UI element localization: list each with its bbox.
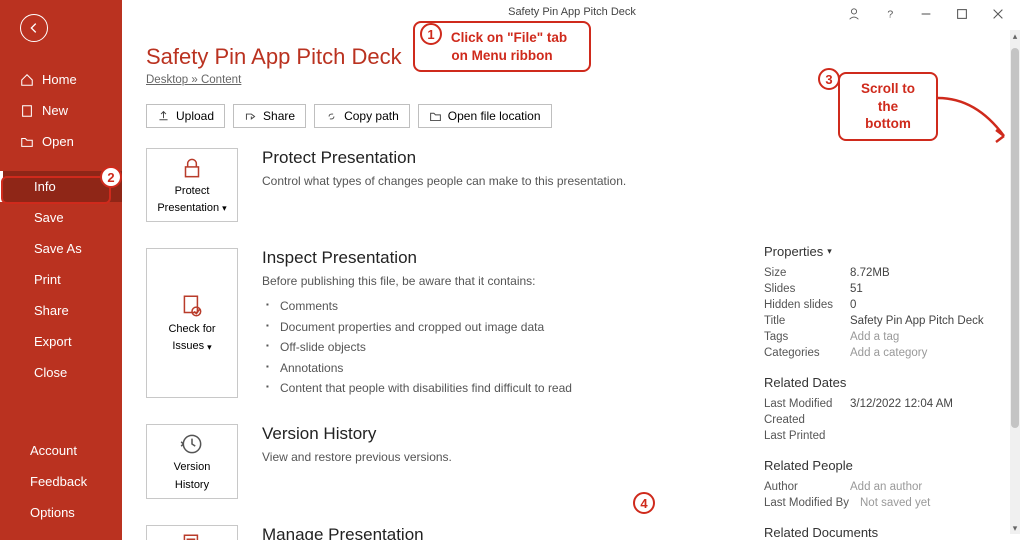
sidebar-item-save[interactable]: Save bbox=[0, 202, 122, 233]
prop-value: 51 bbox=[850, 283, 863, 295]
chevron-down-icon: ▾ bbox=[207, 342, 212, 353]
prop-label: Categories bbox=[764, 347, 850, 359]
sidebar-item-new[interactable]: New bbox=[0, 95, 122, 126]
prop-label: Last Modified bbox=[764, 398, 850, 410]
sidebar-item-label: Export bbox=[34, 334, 72, 349]
inspect-icon bbox=[179, 293, 205, 319]
open-icon bbox=[20, 135, 34, 149]
sidebar-item-label: Share bbox=[34, 303, 69, 318]
back-button[interactable] bbox=[20, 14, 48, 42]
home-icon bbox=[20, 73, 34, 87]
close-icon[interactable] bbox=[982, 2, 1014, 26]
inspect-bullet: Comments bbox=[262, 296, 724, 316]
arrow-left-icon bbox=[27, 21, 41, 35]
prop-label: Title bbox=[764, 315, 850, 327]
sidebar-item-label: Close bbox=[34, 365, 67, 380]
open-file-location-button[interactable]: Open file location bbox=[418, 104, 552, 128]
related-people-header: Related People bbox=[764, 458, 994, 473]
sidebar-item-label: New bbox=[42, 103, 68, 118]
sidebar-item-label: Home bbox=[42, 72, 77, 87]
annotation-badge-4: 4 bbox=[633, 492, 655, 514]
prop-label: Last Printed bbox=[764, 430, 850, 442]
protect-desc: Control what types of changes people can… bbox=[262, 172, 724, 190]
sidebar-item-label: Print bbox=[34, 272, 61, 287]
prop-label: Size bbox=[764, 267, 850, 279]
check-for-issues-tile[interactable]: Check for Issues▾ bbox=[146, 248, 238, 398]
history-desc: View and restore previous versions. bbox=[262, 448, 724, 466]
prop-value: Not saved yet bbox=[860, 497, 930, 509]
sidebar-item-export[interactable]: Export bbox=[0, 326, 122, 357]
minimize-icon[interactable] bbox=[910, 2, 942, 26]
prop-value: 8.72MB bbox=[850, 267, 890, 279]
account-icon[interactable] bbox=[838, 2, 870, 26]
prop-value: 0 bbox=[850, 299, 856, 311]
sidebar-item-label: Save As bbox=[34, 241, 82, 256]
inspect-title: Inspect Presentation bbox=[262, 248, 724, 268]
add-category[interactable]: Add a category bbox=[850, 347, 927, 359]
sidebar-item-save-as[interactable]: Save As bbox=[0, 233, 122, 264]
prop-label: Author bbox=[764, 481, 850, 493]
annotation-badge-1: 1 bbox=[420, 23, 442, 45]
sidebar-item-options[interactable]: Options bbox=[0, 497, 122, 528]
history-icon bbox=[179, 431, 205, 457]
prop-value: Safety Pin App Pitch Deck bbox=[850, 315, 984, 327]
maximize-icon[interactable] bbox=[946, 2, 978, 26]
window-title: Safety Pin App Pitch Deck bbox=[508, 6, 636, 18]
link-icon bbox=[325, 110, 338, 123]
sidebar-item-share[interactable]: Share bbox=[0, 295, 122, 326]
lock-icon bbox=[179, 155, 205, 181]
upload-button[interactable]: Upload bbox=[146, 104, 225, 128]
svg-text:?: ? bbox=[887, 9, 893, 21]
sidebar-item-close[interactable]: Close bbox=[0, 357, 122, 388]
prop-label: Slides bbox=[764, 283, 850, 295]
sidebar-item-label: Save bbox=[34, 210, 64, 225]
sidebar-item-label: Info bbox=[20, 179, 56, 194]
new-icon bbox=[20, 104, 34, 118]
share-icon bbox=[244, 110, 257, 123]
inspect-bullet: Annotations bbox=[262, 358, 724, 378]
upload-icon bbox=[157, 110, 170, 123]
prop-label: Tags bbox=[764, 331, 850, 343]
annotation-badge-3: 3 bbox=[818, 68, 840, 90]
copy-path-button[interactable]: Copy path bbox=[314, 104, 410, 128]
history-title: Version History bbox=[262, 424, 724, 444]
sidebar-item-feedback[interactable]: Feedback bbox=[0, 466, 122, 497]
inspect-bullet: Content that people with disabilities fi… bbox=[262, 378, 724, 398]
share-button[interactable]: Share bbox=[233, 104, 306, 128]
sidebar-item-print[interactable]: Print bbox=[0, 264, 122, 295]
annotation-badge-2: 2 bbox=[100, 166, 122, 188]
related-dates-header: Related Dates bbox=[764, 375, 994, 390]
prop-label: Last Modified By bbox=[764, 497, 860, 509]
prop-label: Hidden slides bbox=[764, 299, 850, 311]
sidebar-item-account[interactable]: Account bbox=[0, 435, 122, 466]
properties-header[interactable]: Properties▾ bbox=[764, 244, 994, 259]
inspect-desc: Before publishing this file, be aware th… bbox=[262, 272, 724, 290]
folder-icon bbox=[429, 110, 442, 123]
version-history-tile[interactable]: Version History bbox=[146, 424, 238, 498]
scrollbar-thumb[interactable] bbox=[1011, 48, 1019, 428]
inspect-bullet: Off-slide objects bbox=[262, 337, 724, 357]
chevron-down-icon: ▾ bbox=[222, 203, 227, 214]
manage-icon bbox=[179, 532, 205, 540]
protect-presentation-tile[interactable]: Protect Presentation▾ bbox=[146, 148, 238, 222]
scroll-up-arrow[interactable]: ▴ bbox=[1010, 30, 1020, 42]
prop-label: Created bbox=[764, 414, 850, 426]
related-documents-header: Related Documents bbox=[764, 525, 994, 540]
scroll-down-arrow[interactable]: ▾ bbox=[1010, 522, 1020, 534]
manage-presentation-tile[interactable]: Manage Presentation▾ bbox=[146, 525, 238, 540]
chevron-down-icon: ▾ bbox=[827, 246, 832, 257]
protect-title: Protect Presentation bbox=[262, 148, 724, 168]
sidebar-item-home[interactable]: Home bbox=[0, 64, 122, 95]
vertical-scrollbar[interactable] bbox=[1010, 30, 1020, 534]
add-author[interactable]: Add an author bbox=[850, 481, 922, 493]
backstage-sidebar: Home New Open Info Save Save As Print Sh… bbox=[0, 0, 122, 540]
annotation-callout-3: Scroll to the bottom bbox=[838, 72, 938, 141]
sidebar-item-label: Open bbox=[42, 134, 74, 149]
help-icon[interactable]: ? bbox=[874, 2, 906, 26]
sidebar-item-open[interactable]: Open bbox=[0, 126, 122, 157]
add-tag[interactable]: Add a tag bbox=[850, 331, 899, 343]
inspect-bullet: Document properties and cropped out imag… bbox=[262, 317, 724, 337]
prop-value: 3/12/2022 12:04 AM bbox=[850, 398, 953, 410]
manage-title: Manage Presentation bbox=[262, 525, 724, 540]
